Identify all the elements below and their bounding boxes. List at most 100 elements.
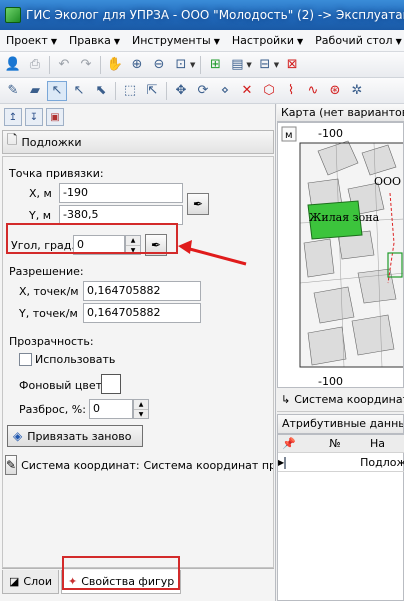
- map-zone-label: Жилая зона: [309, 211, 380, 224]
- tab-shape-properties[interactable]: ✦ Свойства фигур: [61, 570, 182, 594]
- polyline-icon[interactable]: ⌇: [281, 81, 301, 101]
- menu-project[interactable]: Проект ▼: [0, 34, 63, 47]
- map-m-label: м: [285, 130, 293, 141]
- zoom-in-icon[interactable]: ⊕: [127, 55, 147, 75]
- main-toolbar: 👤 ⎙ ↶ ↷ ✋ ⊕ ⊖ ⊡ ▼ ⊞ ▤ ▼ ⊟ ▼ ⊠: [0, 52, 404, 78]
- coord-status-icon: ↳: [281, 393, 291, 406]
- pick-point-button[interactable]: ✒: [187, 193, 209, 215]
- redo-icon[interactable]: ↷: [76, 55, 96, 75]
- anchor-label: Точка привязки:: [9, 167, 104, 180]
- coord-system-label: Система координат:: [21, 458, 140, 472]
- move-down-icon[interactable]: ↧: [25, 108, 43, 126]
- attr-grid-header: 📌 № На: [278, 435, 404, 453]
- move-icon[interactable]: ✥: [171, 81, 191, 101]
- image-tool-icon[interactable]: ▣: [46, 108, 64, 126]
- curve-icon[interactable]: ∿: [303, 81, 323, 101]
- res-y-label: Y, точек/м: [19, 307, 78, 320]
- angle-label: Угол, град.: [11, 239, 75, 252]
- coord-status: ↳ Система координат: [277, 388, 404, 412]
- map-canvas: м -100 -100 Жилая зона ООО: [278, 123, 403, 388]
- eraser-icon[interactable]: ▰: [25, 81, 45, 101]
- delete-icon[interactable]: ✕: [237, 81, 257, 101]
- angle-input[interactable]: 0: [73, 235, 125, 255]
- move-up-icon[interactable]: ↥: [4, 108, 22, 126]
- app-icon: [5, 7, 21, 23]
- panel-title: Подложки: [21, 135, 82, 149]
- row-checkbox[interactable]: [284, 456, 287, 469]
- settings-gear-icon[interactable]: ✲: [347, 81, 367, 101]
- rotate-icon[interactable]: ⟳: [193, 81, 213, 101]
- bg-color-label: Фоновый цвет: [19, 379, 103, 392]
- layer-add-icon[interactable]: ⊞: [205, 55, 225, 75]
- spread-spinner[interactable]: ▲ ▼: [133, 399, 149, 419]
- select-icon[interactable]: ↖: [47, 80, 67, 101]
- polygon-icon[interactable]: ⬡: [259, 81, 279, 101]
- y-input[interactable]: -380,5: [59, 205, 183, 225]
- coord-system-button[interactable]: ✎: [5, 455, 18, 475]
- menu-bar: Проект ▼ Правка ▼ Инструменты ▼ Настройки ▼ …: [0, 30, 404, 52]
- annotation-arrow: [178, 240, 247, 266]
- attr-header: Атрибутивные данные т: [277, 414, 404, 434]
- panel-header: 🗋 Подложки: [2, 130, 274, 154]
- map-ooo-label: ООО: [374, 175, 401, 188]
- map-top-tick: -100: [318, 127, 343, 140]
- layers-icon: ◪: [9, 575, 20, 588]
- res-y-input[interactable]: 0,164705882: [83, 303, 201, 323]
- use-transparency-checkbox[interactable]: [19, 353, 32, 366]
- print-icon[interactable]: ⎙: [25, 55, 45, 75]
- edit-toolbar: ✎ ▰ ↖ ↖ ⬉ ⬚ ⇱ ✥ ⟳ ⋄ ✕ ⬡ ⌇ ∿ ⊛ ✲: [0, 78, 404, 104]
- spread-label: Разброс, %:: [19, 403, 86, 416]
- menu-settings[interactable]: Настройки ▼: [226, 34, 309, 47]
- layer-props-icon[interactable]: ▤: [227, 55, 247, 75]
- select-add-icon[interactable]: ↖: [69, 81, 89, 101]
- bg-color-swatch[interactable]: [101, 374, 121, 394]
- transparency-label: Прозрачность:: [9, 335, 94, 348]
- bottom-tabs: ◪ Слои ✦ Свойства фигур: [2, 568, 274, 594]
- left-panel: ↥ ↧ ▣ 🗋 Подложки Точка привязки: X, м -1…: [0, 104, 276, 601]
- shape-tool-icon[interactable]: ⊠: [282, 55, 302, 75]
- menu-edit[interactable]: Правка ▼: [63, 34, 126, 47]
- table-row[interactable]: ▶ Подлож: [278, 454, 404, 472]
- select-node-icon[interactable]: ⬉: [91, 81, 111, 101]
- zoom-select-icon[interactable]: ⊡: [171, 55, 191, 75]
- angle-spinner[interactable]: ▲ ▼: [125, 235, 141, 255]
- map-bottom-tick: -100: [318, 375, 343, 388]
- user-icon[interactable]: 👤: [3, 55, 23, 75]
- pick-angle-button[interactable]: ✒: [145, 234, 167, 256]
- select-rect-icon[interactable]: ⬚: [120, 81, 140, 101]
- circle-icon[interactable]: ⊛: [325, 81, 345, 101]
- menu-desktop[interactable]: Рабочий стол ▼: [309, 34, 404, 47]
- x-label: X, м: [29, 187, 52, 200]
- attr-grid: 📌 № На ▶ Подлож: [277, 434, 404, 601]
- pin-icon: 📌: [282, 437, 296, 450]
- right-panel: Карта (нет вариантов рас: [277, 104, 404, 601]
- y-label: Y, м: [29, 209, 52, 222]
- x-input[interactable]: -190: [59, 183, 183, 203]
- measure-icon[interactable]: ⊟: [255, 55, 275, 75]
- row-name: Подлож: [360, 456, 404, 469]
- coord-system-row: ✎ Система координат: Система координат п…: [5, 453, 273, 477]
- map-view[interactable]: м -100 -100 Жилая зона ООО: [277, 122, 404, 388]
- pan-hand-icon[interactable]: ✋: [105, 55, 125, 75]
- res-x-input[interactable]: 0,164705882: [83, 281, 201, 301]
- col-num: №: [329, 437, 341, 450]
- draw-line-icon[interactable]: ✎: [3, 81, 23, 101]
- coord-system-value: Система координат про...: [143, 458, 273, 472]
- use-label: Использовать: [35, 353, 116, 366]
- shapes-icon: ✦: [68, 575, 78, 588]
- map-header: Карта (нет вариантов рас: [277, 104, 404, 122]
- menu-tools[interactable]: Инструменты ▼: [126, 34, 226, 47]
- panel-mini-toolbar: ↥ ↧ ▣: [4, 106, 67, 128]
- resolution-label: Разрешение:: [9, 265, 84, 278]
- select-move-icon[interactable]: ⇱: [142, 81, 162, 101]
- spread-input[interactable]: 0: [89, 399, 133, 419]
- col-name: На: [370, 437, 386, 450]
- rebind-icon: ◈: [13, 429, 23, 443]
- undo-icon[interactable]: ↶: [54, 55, 74, 75]
- vertex-icon[interactable]: ⋄: [215, 81, 235, 101]
- tab-layers[interactable]: ◪ Слои: [2, 570, 59, 594]
- zoom-out-icon[interactable]: ⊖: [149, 55, 169, 75]
- rebind-button[interactable]: ◈ Привязать заново: [7, 425, 143, 447]
- res-x-label: X, точек/м: [19, 285, 79, 298]
- window-title: ГИС Эколог для УПРЗА - ООО "Молодость" (…: [26, 8, 404, 22]
